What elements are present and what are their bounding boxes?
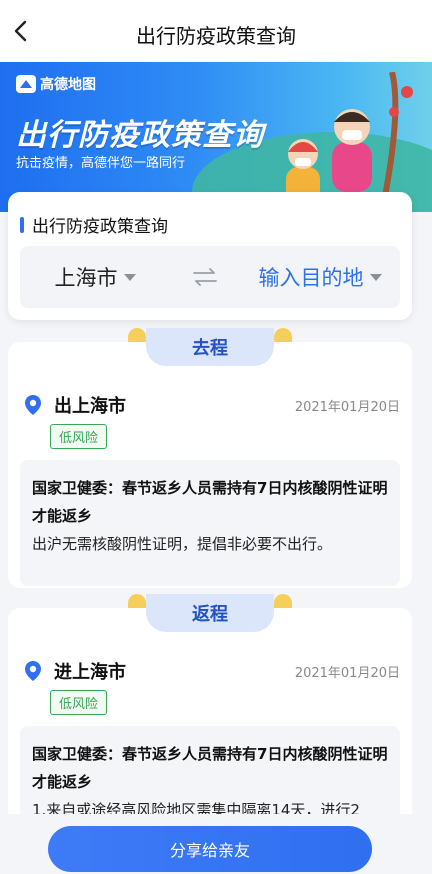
notice-title: 国家卫健委：春节返乡人员需持有7日内核酸阴性证明才能返乡: [32, 479, 388, 525]
promo-banner: 高德地图 出行防疫政策查询 抗击疫情，高德伴您一路同行: [0, 62, 432, 212]
amap-logo: 高德地图: [16, 74, 96, 94]
banner-headline: 出行防疫政策查询: [16, 118, 264, 153]
departure-tab: 去程: [128, 328, 292, 368]
risk-badge: 低风险: [50, 424, 108, 449]
swap-arrows-icon: [193, 268, 217, 286]
notice-title: 国家卫健委：春节返乡人员需持有7日内核酸阴性证明才能返乡: [32, 745, 388, 791]
departure-notice: 国家卫健委：春节返乡人员需持有7日内核酸阴性证明才能返乡 出沪无需核酸阴性证明，…: [20, 460, 400, 586]
policy-search-card: 出行防疫政策查询 上海市 输入目的地: [8, 192, 412, 320]
departure-title: 出上海市: [54, 396, 126, 417]
accent-bar: [20, 216, 24, 233]
origin-city-select[interactable]: 上海市: [20, 262, 170, 292]
location-pin-icon: [25, 661, 41, 681]
return-tab-label: 返程: [146, 594, 274, 632]
top-nav-bar: 出行防疫政策查询: [0, 0, 432, 62]
banner-slogan: 抗击疫情，高德伴您一路同行: [16, 156, 186, 171]
return-notice: 国家卫健委：春节返乡人员需持有7日内核酸阴性证明才能返乡 1.来自或途经高风险地…: [20, 726, 400, 828]
origin-city-label: 上海市: [54, 266, 118, 290]
return-date: 2021年01月20日: [294, 665, 400, 681]
departure-card: 去程 出上海市 2021年01月20日 低风险 国家卫健委：春节返乡人员需持有7…: [8, 328, 412, 588]
pill-decoration: [274, 328, 292, 342]
pill-decoration: [128, 594, 146, 608]
departure-tab-label: 去程: [146, 328, 274, 366]
return-title: 进上海市: [54, 662, 126, 683]
amap-logo-icon: [16, 75, 36, 93]
departure-date: 2021年01月20日: [294, 399, 400, 415]
route-selector: 上海市 输入目的地: [20, 246, 400, 308]
page-title: 出行防疫政策查询: [136, 24, 296, 48]
pill-decoration: [128, 328, 146, 342]
caret-down-icon: [123, 273, 136, 281]
search-card-title: 出行防疫政策查询: [32, 217, 168, 237]
return-header: 进上海市 2021年01月20日: [24, 658, 400, 684]
share-button[interactable]: 分享给亲友: [48, 826, 372, 872]
family-illustration: [286, 72, 413, 212]
search-card-header: 出行防疫政策查询: [20, 212, 168, 237]
departure-header: 出上海市 2021年01月20日: [24, 392, 400, 418]
risk-badge: 低风险: [50, 690, 108, 715]
caret-down-icon: [369, 273, 382, 281]
pill-decoration: [274, 594, 292, 608]
destination-placeholder: 输入目的地: [258, 266, 364, 290]
bottom-action-bar: 分享给亲友: [0, 814, 432, 874]
swap-button[interactable]: [170, 268, 240, 286]
return-tab: 返程: [128, 594, 292, 634]
notice-body: 出沪无需核酸阴性证明，提倡非必要不出行。: [32, 535, 333, 553]
return-card: 返程 进上海市 2021年01月20日 低风险 国家卫健委：春节返乡人员需持有7…: [8, 594, 412, 828]
location-pin-icon: [25, 395, 41, 415]
logo-text: 高德地图: [40, 77, 96, 93]
destination-select[interactable]: 输入目的地: [240, 262, 400, 292]
